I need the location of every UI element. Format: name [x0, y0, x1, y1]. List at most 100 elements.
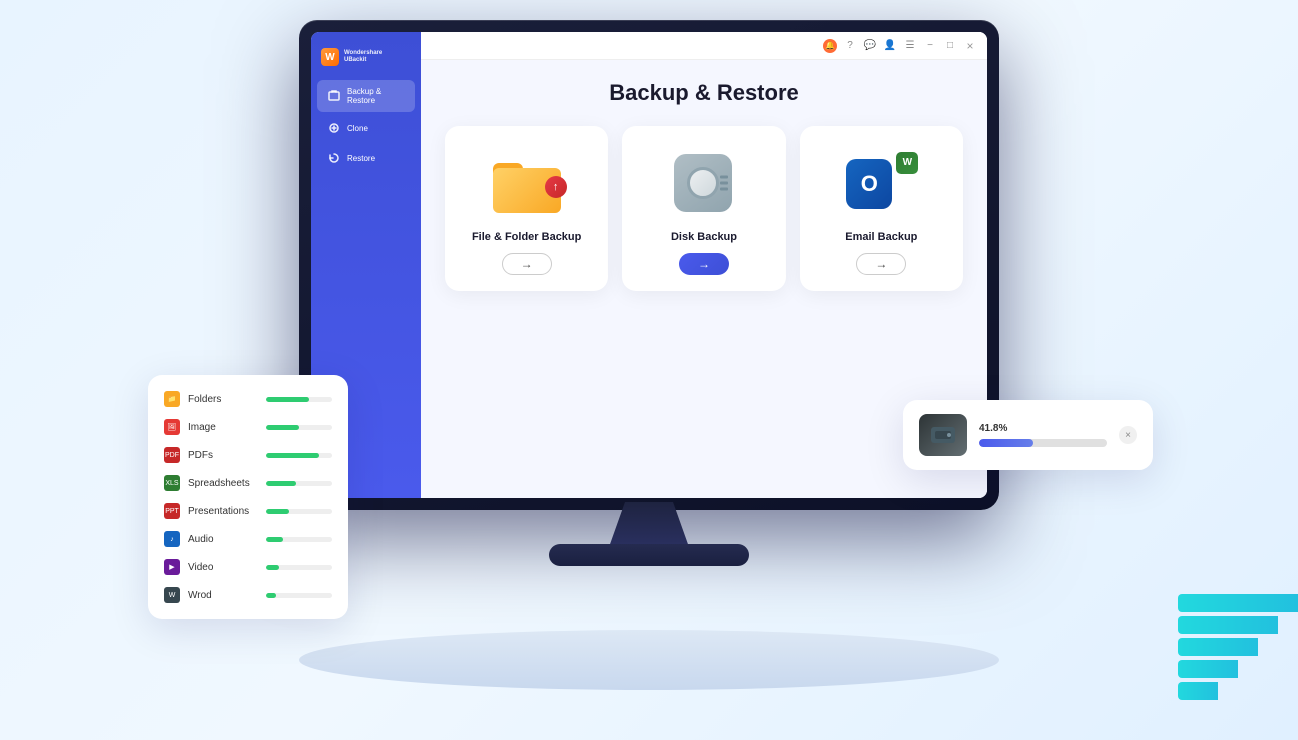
sidebar-nav: Backup & Restore Clone Restore [311, 80, 421, 172]
logo-icon: W [321, 48, 339, 66]
backup-cards: ↑ File & Folder Backup → [445, 126, 963, 291]
float-item-bar-fill [266, 397, 309, 402]
float-item-label: Image [188, 422, 258, 433]
folder-arrow-badge: ↑ [545, 176, 567, 198]
maximize-button[interactable]: □ [943, 39, 957, 53]
disk-icon-area [664, 146, 744, 221]
minimize-button[interactable]: − [923, 39, 937, 53]
drive-icon [919, 414, 967, 456]
monitor: W Wondershare UBackit Backup & Restore [299, 20, 999, 580]
clone-icon [327, 121, 341, 135]
disk-card-label: Disk Backup [671, 231, 737, 243]
file-folder-start-button[interactable]: → [502, 253, 552, 275]
email-icon: O W [846, 154, 916, 214]
float-item-icon: PPT [164, 503, 180, 519]
float-item-icon: PDF [164, 447, 180, 463]
float-item-bar-fill [266, 425, 299, 430]
float-item-icon: 📁 [164, 391, 180, 407]
float-item-label: Spreadsheets [188, 478, 258, 489]
progress-close-button[interactable]: × [1119, 426, 1137, 444]
teal-step-1 [1178, 594, 1298, 612]
float-item-icon: 🖼 [164, 419, 180, 435]
progress-percent-label: 41.8% [979, 423, 1107, 434]
backup-restore-icon [327, 89, 341, 103]
float-item-label: Folders [188, 394, 258, 405]
folder-body: ↑ [493, 168, 561, 213]
disk-backup-card: Disk Backup → [622, 126, 785, 291]
teal-step-3 [1178, 638, 1258, 656]
email-card-label: Email Backup [845, 231, 917, 243]
float-item-bar [266, 397, 332, 402]
float-item-icon: W [164, 587, 180, 603]
email-icon-area: O W [841, 146, 921, 221]
file-folder-backup-card: ↑ File & Folder Backup → [445, 126, 608, 291]
float-item-bar [266, 453, 332, 458]
float-item-bar [266, 509, 332, 514]
file-folder-icon-area: ↑ [487, 146, 567, 221]
float-item-bar [266, 537, 332, 542]
monitor-screen: W Wondershare UBackit Backup & Restore [311, 32, 987, 498]
word-badge-icon: W [896, 152, 918, 174]
float-item-label: Presentations [188, 506, 258, 517]
help-icon[interactable]: ? [843, 39, 857, 53]
sidebar-item-clone[interactable]: Clone [317, 114, 415, 142]
email-start-button[interactable]: → [856, 253, 906, 275]
teal-step-4 [1178, 660, 1238, 678]
float-item-bar [266, 425, 332, 430]
sidebar-item-clone-label: Clone [347, 124, 368, 133]
close-button[interactable]: × [963, 39, 977, 53]
teal-step-5 [1178, 682, 1218, 700]
file-categories-panel: 📁 Folders 🖼 Image PDF PDFs XLS Spreadshe… [148, 375, 348, 619]
float-item-bar-fill [266, 481, 296, 486]
folder-icon: ↑ [493, 155, 561, 213]
outlook-icon: O [846, 159, 892, 209]
disk-icon [674, 154, 734, 214]
progress-area: 41.8% [979, 423, 1107, 447]
monitor-base [549, 544, 749, 566]
float-item-spreadsheets: XLS Spreadsheets [164, 475, 332, 491]
progress-bar [979, 439, 1107, 447]
float-item-bar [266, 565, 332, 570]
notification-bell-icon[interactable]: 🔔 [823, 39, 837, 53]
float-item-bar-fill [266, 565, 279, 570]
logo-text: Wondershare UBackit [344, 50, 382, 64]
disk-body [674, 154, 732, 212]
float-item-image: 🖼 Image [164, 419, 332, 435]
sidebar-item-restore-label: Restore [347, 154, 375, 163]
float-item-bar-fill [266, 593, 276, 598]
float-item-label: Audio [188, 534, 258, 545]
float-item-label: Wrod [188, 590, 258, 601]
chat-icon[interactable]: 💬 [863, 39, 877, 53]
float-item-bar-fill [266, 453, 319, 458]
float-item-presentations: PPT Presentations [164, 503, 332, 519]
progress-fill [979, 439, 1033, 447]
float-item-bar-fill [266, 537, 283, 542]
teal-steps-decoration [1178, 594, 1298, 700]
email-backup-card: O W Email Backup → [800, 126, 963, 291]
float-item-icon: ♪ [164, 531, 180, 547]
disk-start-button[interactable]: → [679, 253, 729, 275]
float-item-label: PDFs [188, 450, 258, 461]
restore-icon [327, 151, 341, 165]
window-chrome: 🔔 ? 💬 👤 ☰ − □ × [421, 32, 987, 60]
monitor-bezel: W Wondershare UBackit Backup & Restore [299, 20, 999, 510]
float-item-icon: ▶ [164, 559, 180, 575]
page-title: Backup & Restore [445, 80, 963, 106]
sidebar-item-backup-restore[interactable]: Backup & Restore [317, 80, 415, 112]
float-item-wrod: W Wrod [164, 587, 332, 603]
float-item-bar [266, 593, 332, 598]
float-item-audio: ♪ Audio [164, 531, 332, 547]
float-item-bar-fill [266, 509, 289, 514]
teal-step-2 [1178, 616, 1278, 634]
backup-progress-panel: 41.8% × [903, 400, 1153, 470]
float-item-label: Video [188, 562, 258, 573]
float-item-folders: 📁 Folders [164, 391, 332, 407]
menu-icon[interactable]: ☰ [903, 39, 917, 53]
float-item-video: ▶ Video [164, 559, 332, 575]
disk-circle [687, 167, 719, 199]
desk-platform [299, 630, 999, 690]
user-icon[interactable]: 👤 [883, 39, 897, 53]
float-item-pdfs: PDF PDFs [164, 447, 332, 463]
sidebar-item-restore[interactable]: Restore [317, 144, 415, 172]
app-logo: W Wondershare UBackit [311, 42, 421, 80]
